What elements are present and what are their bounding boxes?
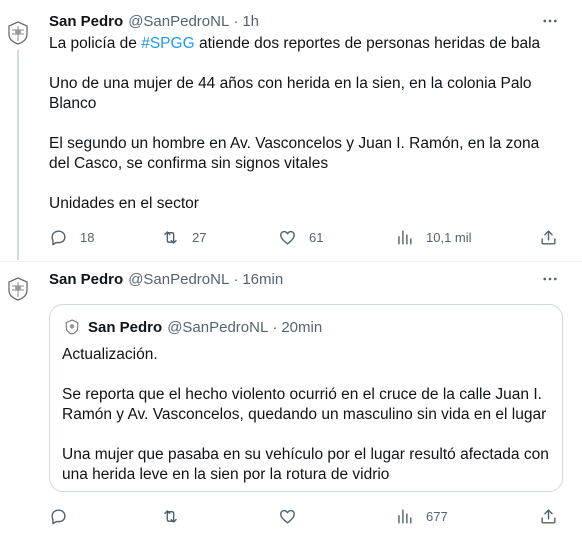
quoted-tweet-header: San Pedro @SanPedroNL · 20min <box>64 317 322 337</box>
retweet-button[interactable] <box>161 505 180 527</box>
like-button[interactable]: 61 <box>278 226 323 248</box>
timestamp[interactable]: 16min <box>242 271 283 288</box>
retweet-icon <box>164 509 177 523</box>
thread-line <box>17 50 19 260</box>
paragraph: Actualización. <box>62 346 158 363</box>
like-count: 61 <box>309 229 324 245</box>
retweet-count: 27 <box>192 229 207 245</box>
author-name[interactable]: San Pedro <box>49 13 123 30</box>
share-icon <box>541 508 556 524</box>
like-button[interactable] <box>278 505 297 527</box>
action-bar: 18 27 61 10,1 mil <box>49 226 569 248</box>
author-name: San Pedro <box>88 318 163 336</box>
tweet-header: San Pedro @SanPedroNL · 16min <box>49 269 283 289</box>
tweet-text: La policía de #SPGG atiende dos reportes… <box>49 34 562 214</box>
avatar <box>64 319 80 335</box>
author-handle: @SanPedroNL <box>167 318 269 336</box>
timestamp[interactable]: 1h <box>242 13 259 30</box>
separator: · <box>233 270 239 288</box>
separator: · <box>272 318 278 336</box>
municipal-seal-icon <box>8 277 28 301</box>
share-icon <box>541 229 556 245</box>
author-handle[interactable]: @SanPedroNL <box>128 13 229 30</box>
municipal-seal-icon <box>65 319 79 335</box>
reply-icon <box>51 229 66 245</box>
quoted-tweet-text: Actualización. Se reporta que el hecho v… <box>62 345 552 485</box>
more-horizontal-icon <box>543 19 557 23</box>
retweet-button[interactable]: 27 <box>161 226 206 248</box>
paragraph: El segundo un hombre en Av. Vasconcelos … <box>49 135 540 172</box>
reply-button[interactable]: 18 <box>49 226 94 248</box>
view-count: 10,1 mil <box>426 229 472 245</box>
tweet[interactable]: San Pedro @SanPedroNL · 1h La policía de… <box>0 0 582 262</box>
more-button[interactable] <box>538 11 562 31</box>
share-button[interactable] <box>539 505 558 527</box>
author-handle[interactable]: @SanPedroNL <box>128 271 229 288</box>
views-bar-chart-icon <box>398 229 412 245</box>
text-segment: atiende dos reportes de personas heridas… <box>194 35 541 52</box>
reply-button[interactable] <box>49 505 68 527</box>
paragraph: Se reporta que el hecho violento ocurrió… <box>62 386 547 423</box>
paragraph: Uno de una mujer de 44 años con herida e… <box>49 75 532 112</box>
share-button[interactable] <box>539 226 558 248</box>
avatar[interactable] <box>6 276 30 302</box>
retweet-icon <box>164 230 177 244</box>
separator: · <box>233 12 239 30</box>
heart-icon <box>280 509 295 524</box>
tweet[interactable]: San Pedro @SanPedroNL · 16min San Pedro … <box>0 262 582 551</box>
more-horizontal-icon <box>543 277 557 281</box>
reply-icon <box>51 508 66 524</box>
views-bar-chart-icon <box>398 508 412 524</box>
tweet-header: San Pedro @SanPedroNL · 1h <box>49 11 259 31</box>
paragraph: La policía de #SPGG atiende dos reportes… <box>49 34 562 54</box>
action-bar: 677 <box>49 505 569 527</box>
avatar[interactable] <box>6 20 30 46</box>
more-button[interactable] <box>538 269 562 289</box>
views-button[interactable]: 677 <box>395 505 448 527</box>
timestamp: 20min <box>281 318 323 336</box>
quoted-tweet[interactable]: San Pedro @SanPedroNL · 20min Actualizac… <box>49 304 563 492</box>
views-button[interactable]: 10,1 mil <box>395 226 472 248</box>
text-segment: La policía de <box>49 35 142 52</box>
heart-icon <box>280 230 295 245</box>
hashtag-link[interactable]: #SPGG <box>141 35 194 52</box>
municipal-seal-icon <box>8 21 28 45</box>
author-name[interactable]: San Pedro <box>49 271 123 288</box>
paragraph: Una mujer que pasaba en su vehículo por … <box>62 446 549 483</box>
paragraph: Unidades en el sector <box>49 195 199 212</box>
reply-count: 18 <box>80 229 95 245</box>
view-count: 677 <box>426 508 448 524</box>
